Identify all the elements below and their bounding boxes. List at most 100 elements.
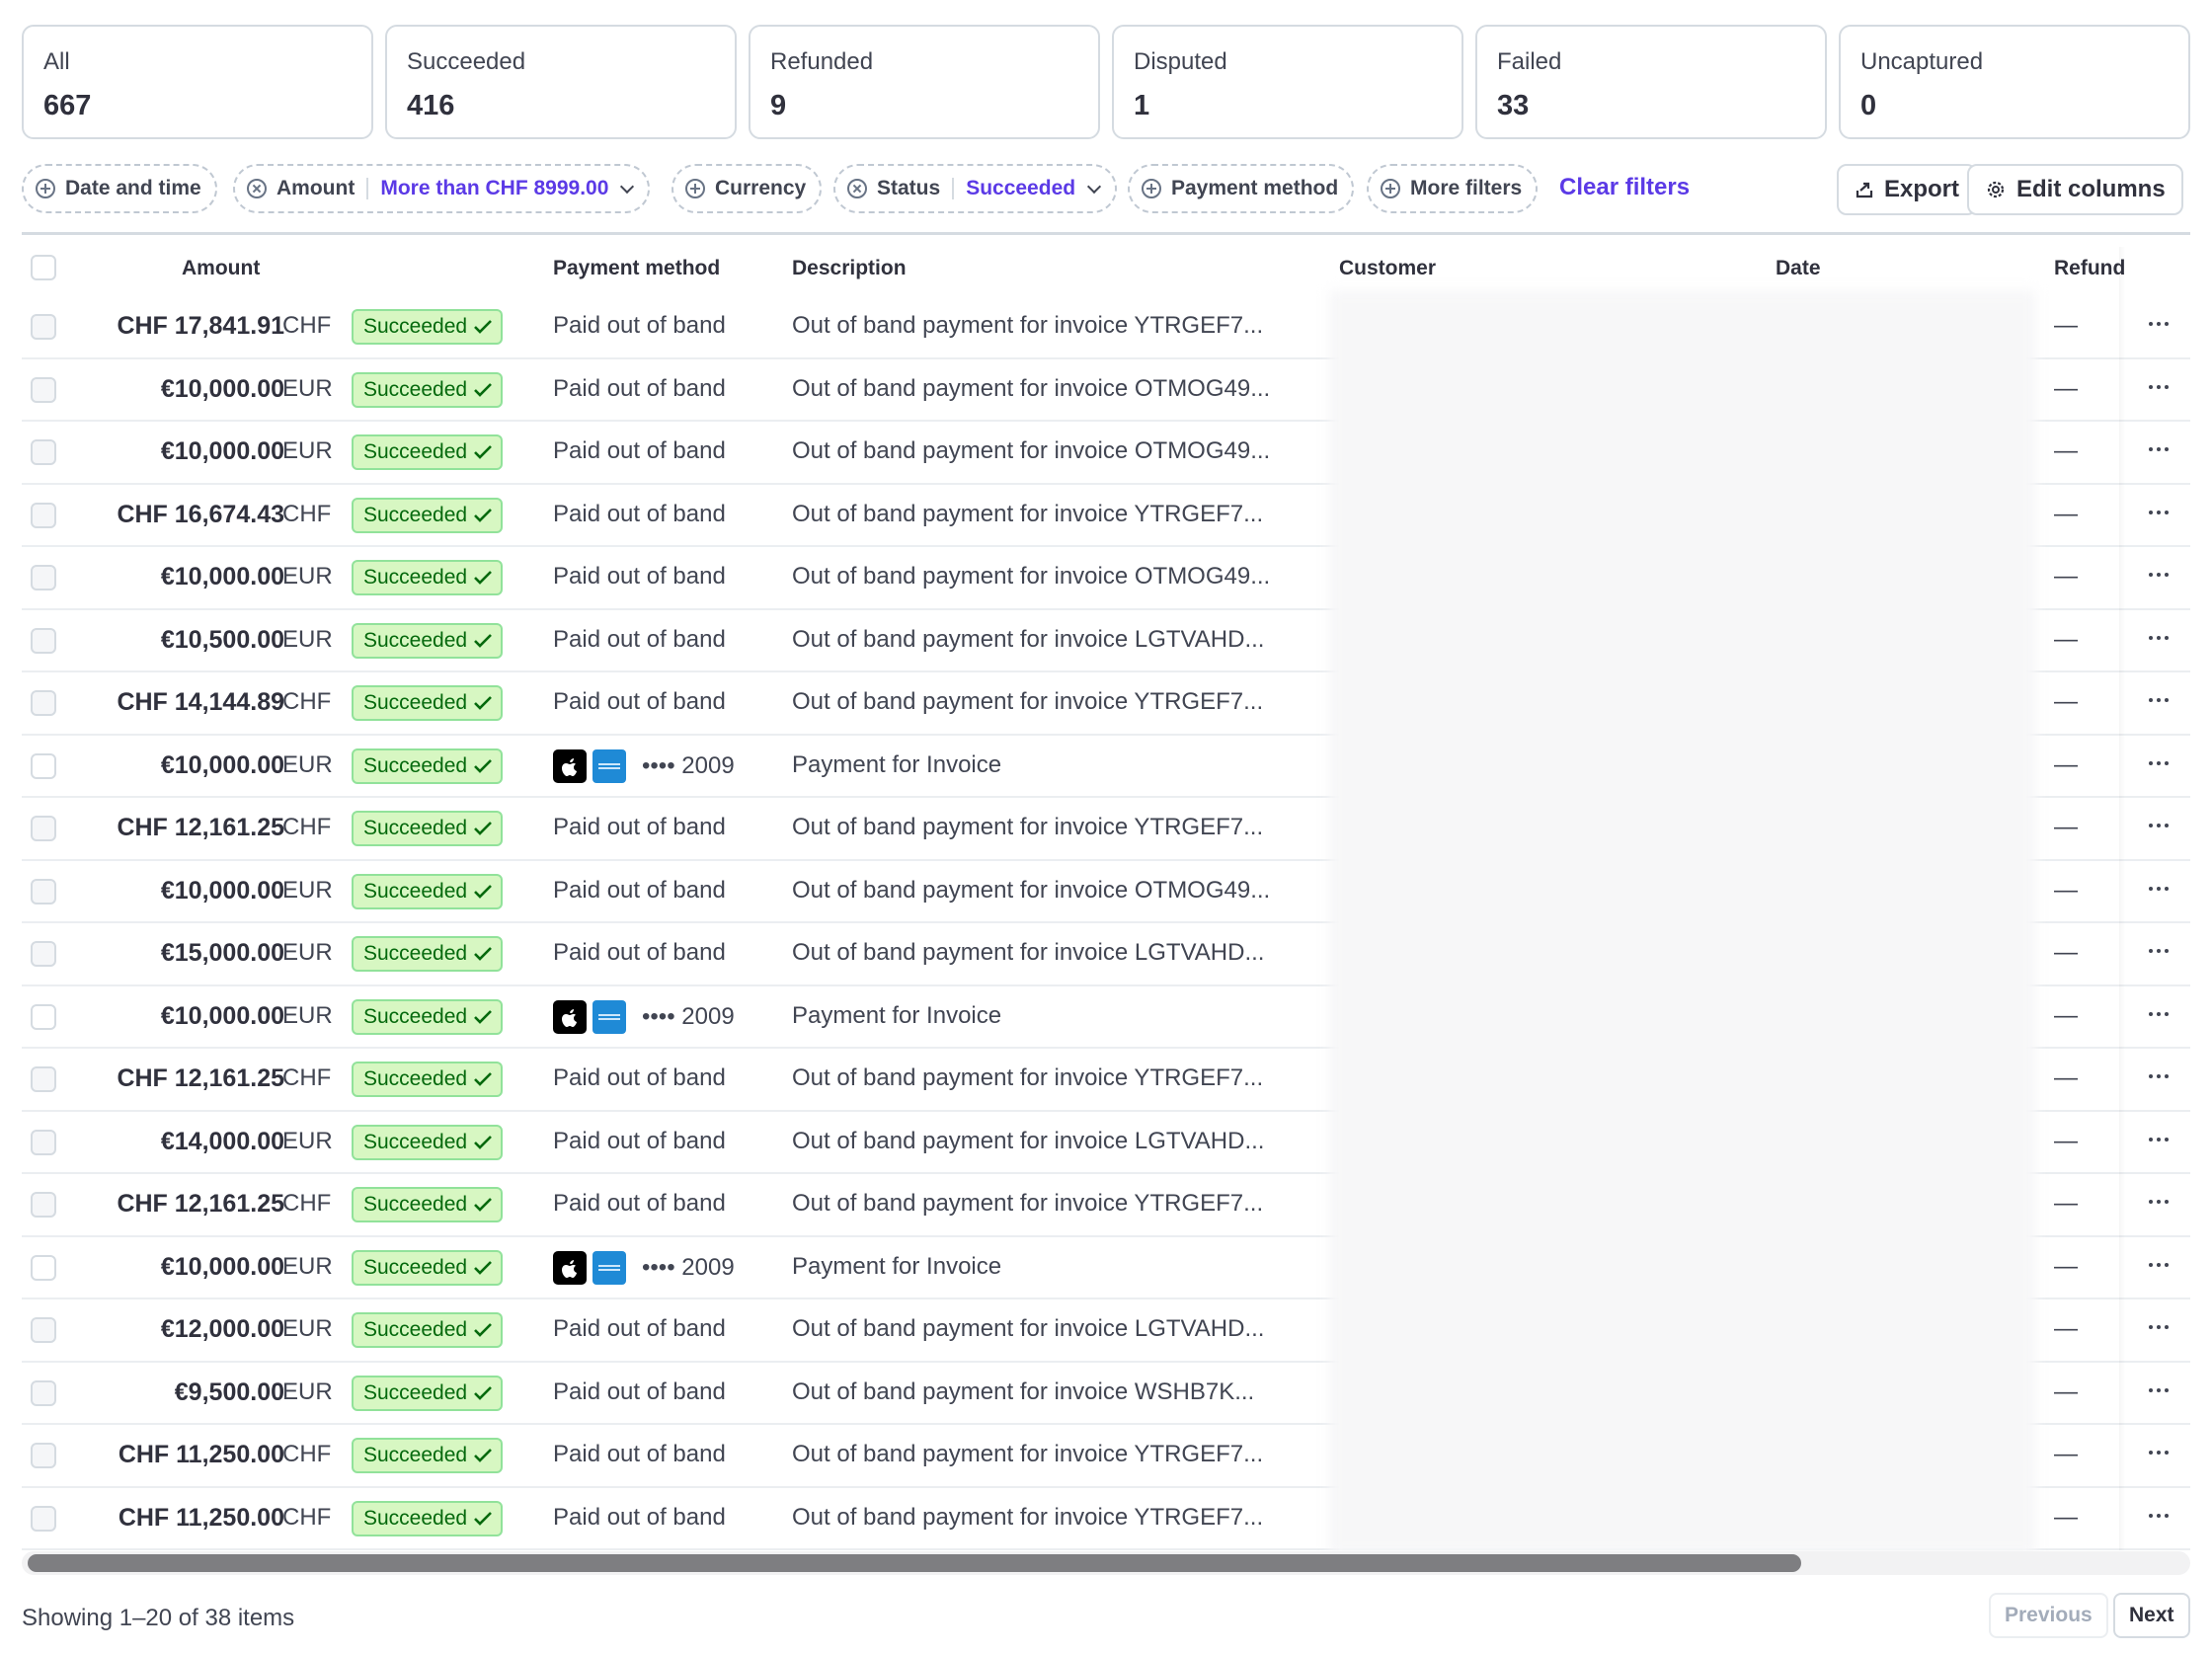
more-horizontal-icon[interactable] — [2139, 1182, 2178, 1221]
row-checkbox[interactable] — [31, 1066, 56, 1092]
column-header-refund[interactable]: Refund — [2054, 257, 2151, 280]
filter-currency[interactable]: Currency — [672, 164, 823, 213]
x-circle-icon[interactable] — [247, 179, 267, 198]
tab-succeeded[interactable]: Succeeded 416 — [385, 25, 737, 139]
check-icon — [474, 1198, 493, 1212]
row-checkbox[interactable] — [31, 1129, 56, 1155]
column-header-payment-method[interactable]: Payment method — [553, 257, 720, 280]
row-checkbox[interactable] — [31, 502, 56, 528]
tab-all[interactable]: All 667 — [22, 25, 373, 139]
more-horizontal-icon[interactable] — [2139, 618, 2178, 658]
payment-method: Paid out of band — [553, 437, 726, 464]
more-horizontal-icon[interactable] — [2139, 1120, 2178, 1159]
status-badge: Succeeded — [352, 998, 504, 1035]
check-icon — [474, 696, 493, 710]
column-header-date[interactable]: Date — [1776, 257, 1821, 280]
currency-code: CHF — [282, 1441, 332, 1467]
more-horizontal-icon[interactable] — [2139, 1433, 2178, 1472]
status-text: Succeeded — [363, 1444, 468, 1466]
status-badge: Succeeded — [352, 811, 504, 846]
amount: €10,000.00 — [160, 750, 284, 779]
clear-filters-link[interactable]: Clear filters — [1559, 174, 1690, 201]
more-horizontal-icon[interactable] — [2139, 1307, 2178, 1347]
payment-method: Paid out of band — [553, 625, 726, 653]
status-text: Succeeded — [363, 817, 468, 839]
tab-count: 0 — [1860, 90, 1877, 121]
row-checkbox[interactable] — [31, 1443, 56, 1468]
more-horizontal-icon[interactable] — [2139, 994, 2178, 1034]
row-checkbox[interactable] — [31, 314, 56, 340]
next-button[interactable]: Next — [2113, 1593, 2190, 1638]
more-horizontal-icon[interactable] — [2139, 430, 2178, 469]
row-checkbox[interactable] — [31, 376, 56, 403]
more-horizontal-icon[interactable] — [2139, 680, 2178, 720]
row-checkbox[interactable] — [31, 627, 56, 654]
more-horizontal-icon[interactable] — [2139, 493, 2178, 532]
export-button[interactable]: Export — [1837, 164, 1978, 215]
filter-more[interactable]: More filters — [1367, 164, 1539, 213]
more-horizontal-icon[interactable] — [2139, 1496, 2178, 1535]
pagination-summary: Showing 1–20 of 38 items — [22, 1605, 295, 1631]
description: Out of band payment for invoice YTRGEF7.… — [792, 500, 1264, 527]
refund-value: — — [2054, 500, 2078, 527]
filter-status[interactable]: Status Succeeded — [833, 164, 1118, 213]
filter-amount[interactable]: Amount More than CHF 8999.00 — [233, 164, 651, 213]
status-badge: Succeeded — [352, 936, 504, 972]
column-header-customer[interactable]: Customer — [1339, 257, 1436, 280]
more-horizontal-icon[interactable] — [2139, 555, 2178, 594]
row-checkbox[interactable] — [31, 1379, 56, 1406]
tab-disputed[interactable]: Disputed 1 — [1112, 25, 1463, 139]
description: Out of band payment for invoice LGTVAHD.… — [792, 1315, 1265, 1342]
more-horizontal-icon[interactable] — [2139, 1245, 2178, 1285]
description: Out of band payment for invoice YTRGEF7.… — [792, 1441, 1264, 1467]
row-checkbox[interactable] — [31, 1254, 56, 1281]
row-checkbox[interactable] — [31, 752, 56, 779]
check-icon — [474, 947, 493, 961]
tab-refunded[interactable]: Refunded 9 — [749, 25, 1100, 139]
filter-date-and-time[interactable]: Date and time — [22, 164, 217, 213]
status-text: Succeeded — [363, 1067, 468, 1090]
row-checkbox[interactable] — [31, 1003, 56, 1030]
amount: €12,000.00 — [160, 1315, 284, 1343]
column-header-amount[interactable]: Amount — [182, 257, 260, 280]
amount: CHF 11,250.00 — [118, 1503, 284, 1532]
more-horizontal-icon[interactable] — [2139, 806, 2178, 845]
more-horizontal-icon[interactable] — [2139, 1057, 2178, 1096]
previous-button[interactable]: Previous — [1989, 1593, 2108, 1638]
amount: CHF 12,161.25 — [117, 814, 284, 841]
filter-payment-method[interactable]: Payment method — [1128, 164, 1355, 213]
more-horizontal-icon[interactable] — [2139, 304, 2178, 344]
column-header-description[interactable]: Description — [792, 257, 907, 280]
x-circle-icon[interactable] — [847, 179, 867, 198]
filter-label: Amount — [276, 177, 356, 199]
row-checkbox[interactable] — [31, 565, 56, 590]
currency-code: EUR — [282, 563, 333, 590]
row-checkbox[interactable] — [31, 690, 56, 716]
description: Payment for Invoice — [792, 1001, 1002, 1029]
row-checkbox[interactable] — [31, 878, 56, 905]
row-checkbox[interactable] — [31, 439, 56, 465]
payment-method-card: •••• 2009 — [553, 999, 735, 1034]
more-horizontal-icon[interactable] — [2139, 869, 2178, 908]
select-all-checkbox[interactable] — [31, 255, 56, 280]
edit-columns-button[interactable]: Edit columns — [1967, 164, 2183, 215]
row-checkbox[interactable] — [31, 941, 56, 967]
description: Out of band payment for invoice YTRGEF7.… — [792, 814, 1264, 840]
row-checkbox[interactable] — [31, 1505, 56, 1532]
amount: €10,000.00 — [160, 1001, 284, 1030]
plus-circle-icon — [1142, 179, 1161, 198]
refund-value: — — [2054, 1001, 2078, 1029]
tab-uncaptured[interactable]: Uncaptured 0 — [1839, 25, 2190, 139]
tab-failed[interactable]: Failed 33 — [1475, 25, 1827, 139]
more-horizontal-icon[interactable] — [2139, 744, 2178, 783]
more-horizontal-icon[interactable] — [2139, 367, 2178, 407]
row-checkbox[interactable] — [31, 1317, 56, 1343]
more-horizontal-icon[interactable] — [2139, 931, 2178, 971]
status-badge: Succeeded — [352, 371, 504, 408]
horizontal-scrollbar[interactable] — [22, 1551, 2190, 1575]
scrollbar-thumb[interactable] — [28, 1554, 1801, 1572]
amex-card-icon — [592, 999, 626, 1034]
more-horizontal-icon[interactable] — [2139, 1371, 2178, 1410]
row-checkbox[interactable] — [31, 816, 56, 841]
row-checkbox[interactable] — [31, 1192, 56, 1218]
